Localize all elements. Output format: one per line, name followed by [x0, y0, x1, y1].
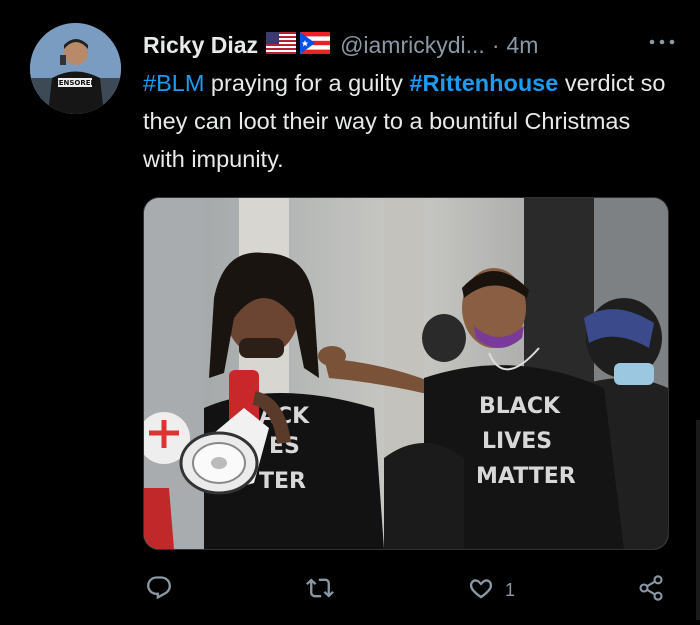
avatar[interactable]: CENSORED [30, 23, 121, 114]
share-button[interactable] [637, 574, 665, 607]
tweet-header: Ricky Diaz @iamrickydi... · 4m [143, 28, 683, 62]
shirt-text-right: BLACK [479, 394, 561, 419]
like-icon [467, 574, 495, 607]
tweet-text-part: praying for a guilty [204, 70, 410, 96]
tweet-actions: 1 [0, 565, 700, 615]
retweet-button[interactable] [306, 575, 344, 605]
author-handle[interactable]: @iamrickydi... [340, 32, 485, 59]
svg-text:LIVES: LIVES [482, 429, 552, 454]
hashtag-rittenhouse[interactable]: #Rittenhouse [409, 70, 558, 96]
like-count: 1 [505, 579, 516, 600]
author-name[interactable]: Ricky Diaz [143, 32, 258, 59]
svg-text:MATTER: MATTER [476, 464, 576, 489]
like-button[interactable]: 1 [467, 575, 515, 605]
avatar-shirt-text: CENSORED [54, 79, 97, 87]
reply-button[interactable] [145, 575, 183, 605]
tweet-photo[interactable]: ACK ES TER BLACK LIVES MATTER [143, 197, 669, 550]
share-icon [637, 574, 665, 607]
timestamp[interactable]: 4m [506, 32, 538, 59]
reply-icon [145, 574, 173, 607]
scrollbar[interactable] [696, 420, 700, 620]
more-icon[interactable] [644, 30, 680, 54]
puerto-rico-flag-icon [300, 31, 331, 59]
tweet-text: #BLM praying for a guilty #Rittenhouse v… [143, 64, 673, 178]
separator: · [491, 31, 500, 58]
svg-text:TER: TER [259, 469, 306, 494]
us-flag-icon [266, 31, 297, 59]
retweet-icon [306, 574, 334, 607]
hashtag-blm[interactable]: #BLM [143, 70, 204, 96]
